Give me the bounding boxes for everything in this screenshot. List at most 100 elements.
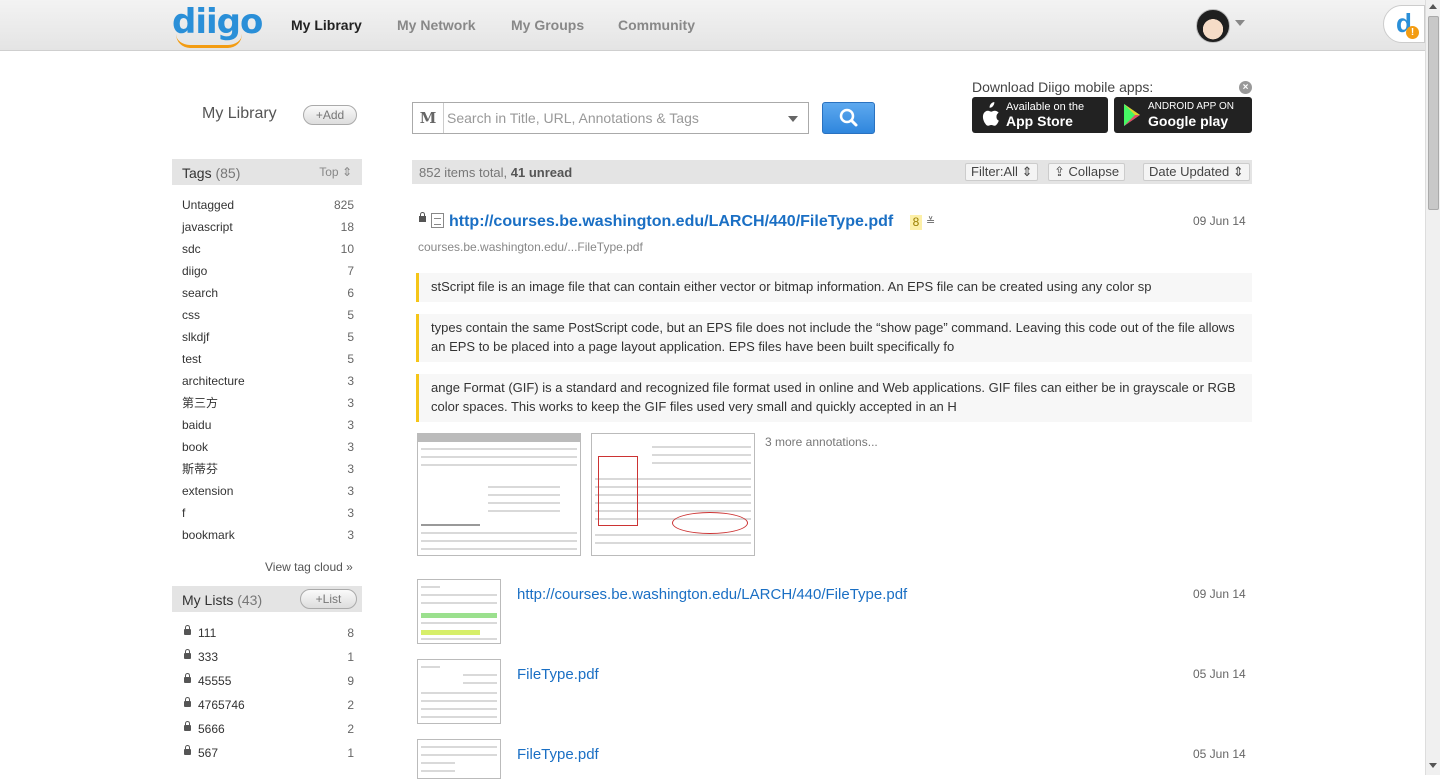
page-snapshot-thumbnail[interactable] [591,433,755,556]
tag-count: 18 [340,220,354,234]
bookmark-title-link[interactable]: http://courses.be.washington.edu/LARCH/4… [449,213,893,231]
thumb-line [421,622,497,624]
annotation-count-badge[interactable]: 8 [910,215,922,230]
list-toolbar: 852 items total, 41 unread Filter:All ⇕ … [412,160,1252,184]
nav-my-groups[interactable]: My Groups [511,17,584,33]
list-item[interactable]: 111 8 [172,623,362,647]
list-item[interactable]: 333 1 [172,647,362,671]
bookmark-url: courses.be.washington.edu/...FileType.pd… [418,240,643,254]
tag-item[interactable]: test 5 [172,349,362,371]
tag-count: 6 [347,286,354,300]
list-name: 5666 [198,722,225,736]
bookmark-title-link[interactable]: FileType.pdf [517,666,599,683]
tag-name: sdc [182,242,201,256]
tag-count: 3 [347,506,354,520]
thumb-line [421,716,497,718]
tags-sort-select[interactable]: Top ⇕ [319,165,352,179]
tag-name: slkdjf [182,330,210,344]
tag-item[interactable]: bookmark 3 [172,525,362,547]
tag-item[interactable]: javascript 18 [172,217,362,239]
search-button[interactable] [822,102,875,134]
nav-my-network[interactable]: My Network [397,17,476,33]
collapse-button[interactable]: ⇪ Collapse [1048,163,1126,181]
nav-my-library[interactable]: My Library [291,17,362,33]
bookmark-title-link[interactable]: FileType.pdf [517,746,599,763]
tag-name: extension [182,484,234,498]
lock-icon [184,745,191,755]
page-snapshot-thumbnail[interactable] [417,433,581,556]
tag-name: search [182,286,219,300]
filter-select[interactable]: Filter:All ⇕ [965,163,1039,181]
tag-item[interactable]: architecture 3 [172,371,362,393]
thumb-line [421,464,577,466]
page-thumbnail[interactable] [417,579,501,644]
more-annotations-link[interactable]: 3 more annotations... [765,435,878,449]
tag-item[interactable]: extension 3 [172,481,362,503]
annotation-circle [672,512,748,534]
tag-item[interactable]: 斯蒂芬 3 [172,459,362,481]
nav-community[interactable]: Community [618,17,695,33]
lock-icon [184,697,191,707]
list-name: 567 [198,746,219,760]
annotation-highlight[interactable]: stScript file is an image file that can … [416,273,1252,302]
tag-count: 3 [347,374,354,388]
google-play-button[interactable]: ANDROID APP ON Google play [1114,97,1252,133]
scroll-down-arrow-icon[interactable] [1429,763,1437,768]
google-play-line1: ANDROID APP ON [1148,101,1234,112]
chevron-down-icon[interactable] [1235,20,1245,26]
tag-item[interactable]: diigo 7 [172,261,362,283]
tag-item[interactable]: css 5 [172,305,362,327]
tag-item[interactable]: book 3 [172,437,362,459]
thumb-line [421,770,455,772]
list-name: 111 [198,626,217,640]
logo-smile [176,34,242,48]
annotation-box [598,456,638,526]
thumb-line [421,762,455,764]
chevron-down-icon[interactable]: ≚ [926,215,935,228]
bookmark-title-link[interactable]: http://courses.be.washington.edu/LARCH/4… [517,586,907,603]
tag-item[interactable]: slkdjf 5 [172,327,362,349]
list-name: 45555 [198,674,232,688]
scrollbar-thumb[interactable] [1428,16,1439,210]
list-item[interactable]: 45555 9 [172,671,362,695]
library-title: My Library [202,105,277,122]
list-item[interactable]: 5666 2 [172,719,362,743]
add-bookmark-button[interactable]: +Add [303,105,357,125]
bookmark-date: 09 Jun 14 [1193,587,1246,601]
page-thumbnail[interactable] [417,739,501,779]
chevron-down-icon[interactable] [788,116,798,122]
annotation-highlight[interactable]: ange Format (GIF) is a standard and reco… [416,374,1252,422]
add-list-button[interactable]: +List [300,589,357,609]
upload-icon: ⇪ [1054,164,1065,179]
tag-item[interactable]: baidu 3 [172,415,362,437]
lock-icon [184,721,191,731]
close-icon[interactable]: × [1239,81,1252,94]
sort-select[interactable]: Date Updated ⇕ [1143,163,1250,181]
diigo-logo[interactable]: diigo [172,4,263,48]
tag-name: javascript [182,220,233,234]
tag-item[interactable]: f3 [172,503,362,525]
annotation-highlight[interactable]: types contain the same PostScript code, … [416,314,1252,362]
scroll-up-arrow-icon[interactable] [1429,4,1437,9]
tag-item[interactable]: sdc 10 [172,239,362,261]
app-store-button[interactable]: Available on the App Store [972,97,1108,133]
list-item[interactable]: 567 1 [172,743,362,767]
list-name: 4765746 [198,698,245,712]
notification-badge: ! [1406,26,1419,39]
lock-icon [419,212,426,222]
thumb-line [421,746,497,748]
tag-item[interactable]: search 6 [172,283,362,305]
page-thumbnail[interactable] [417,659,501,724]
tag-count: 7 [347,264,354,278]
diigo-extension-icon[interactable]: d ! [1383,5,1425,43]
search-mode-toggle[interactable]: M [413,103,444,133]
tag-item[interactable]: 第三方 3 [172,393,362,415]
list-item[interactable]: 4765746 2 [172,695,362,719]
search-input[interactable] [447,104,777,132]
user-avatar[interactable] [1196,9,1230,43]
list-list: 111 8 333 1 45555 9 4765746 2 5666 2 567 1 [172,623,362,767]
thumb-line [595,534,751,536]
view-tag-cloud-link[interactable]: View tag cloud » [265,560,353,574]
vertical-scrollbar[interactable] [1425,0,1440,775]
tag-item[interactable]: Untagged 825 [172,195,362,217]
